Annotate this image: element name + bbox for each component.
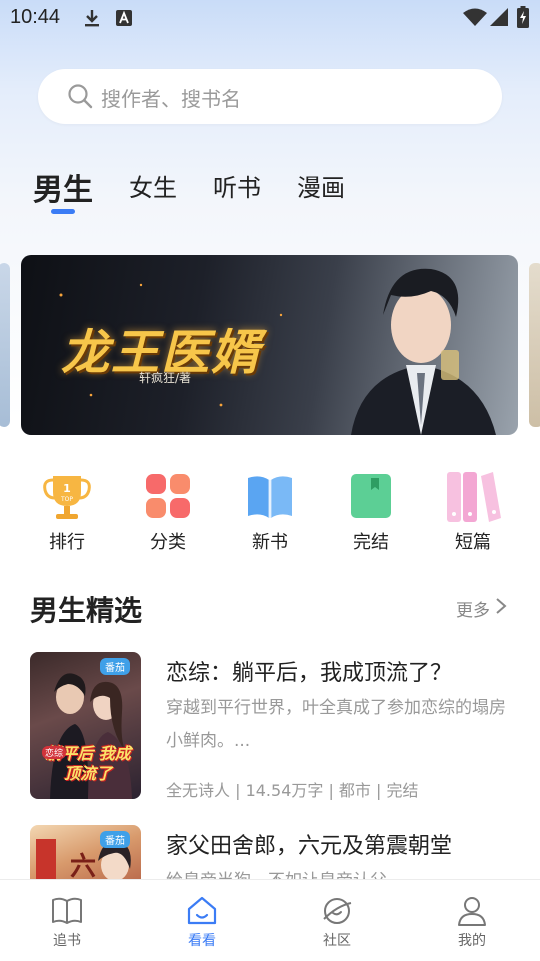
tab-audiobook[interactable]: 听书 xyxy=(213,168,261,203)
chevron-right-icon[interactable] xyxy=(494,596,508,616)
binders-icon xyxy=(447,470,501,522)
section-more-link[interactable]: 更多 xyxy=(456,596,490,621)
banner-next-peek[interactable] xyxy=(529,263,540,427)
tab-male[interactable]: 男生 xyxy=(33,165,93,209)
home-icon xyxy=(187,896,217,925)
status-bar: 10:44 xyxy=(0,0,540,36)
battery-icon xyxy=(517,6,529,28)
svg-text:1: 1 xyxy=(63,482,71,495)
category-completed[interactable]: 完结 xyxy=(331,470,411,554)
category-new-books[interactable]: 新书 xyxy=(230,470,310,554)
wifi-icon xyxy=(463,8,487,26)
book-cover[interactable]: 六 番茄 xyxy=(30,825,141,885)
person-icon xyxy=(458,897,486,926)
book-title[interactable]: 恋综：躺平后，我成顶流了？ xyxy=(166,655,452,687)
tab-indicator xyxy=(51,209,75,214)
svg-text:六: 六 xyxy=(70,852,96,882)
nav-label: 社区 xyxy=(323,933,351,949)
grid-icon xyxy=(142,470,194,522)
banner-character-illustration xyxy=(351,268,496,435)
tab-comics[interactable]: 漫画 xyxy=(297,168,345,203)
publisher-badge: 番茄 xyxy=(100,658,130,675)
nav-profile[interactable]: 我的 xyxy=(432,894,512,950)
book-icon xyxy=(52,897,82,924)
tab-female[interactable]: 女生 xyxy=(129,168,177,203)
signal-icon xyxy=(490,8,508,26)
open-book-icon xyxy=(244,470,296,522)
svg-text:TOP: TOP xyxy=(60,496,73,503)
nav-label: 我的 xyxy=(458,933,486,949)
status-time: 10:44 xyxy=(10,6,61,28)
book-title[interactable]: 家父田舍郎，六元及第震朝堂 xyxy=(166,828,452,860)
nav-community[interactable]: 社区 xyxy=(297,894,377,950)
category-classify[interactable]: 分类 xyxy=(128,470,208,554)
category-label: 完结 xyxy=(353,532,389,553)
nav-bookshelf[interactable]: 追书 xyxy=(27,894,107,950)
nav-discover[interactable]: 看看 xyxy=(162,894,242,950)
book-description: 穿越到平行世界，叶全真成了参加恋综的塌房小鲜肉。... xyxy=(166,698,506,751)
search-bar[interactable]: 搜作者、搜书名 xyxy=(38,69,502,124)
category-label: 分类 xyxy=(150,532,186,553)
keyboard-a-icon xyxy=(116,10,132,26)
category-label: 排行 xyxy=(49,532,85,553)
book-cover[interactable]: 番茄 躺平后 我成顶流了 恋综 xyxy=(30,652,141,799)
cover-badge: 恋综 xyxy=(42,746,67,759)
book-meta: 全无诗人 | 14.54万字 | 都市 | 完结 xyxy=(166,781,419,800)
category-label: 新书 xyxy=(252,532,288,553)
nav-label: 看看 xyxy=(188,933,216,949)
trophy-icon: 1 TOP xyxy=(41,470,93,522)
banner-author: 轩疯狂/著 xyxy=(139,371,192,385)
nav-label: 追书 xyxy=(53,933,81,949)
category-short-stories[interactable]: 短篇 xyxy=(433,470,513,554)
section-title: 男生精选 xyxy=(30,594,143,627)
category-ranking[interactable]: 1 TOP 排行 xyxy=(27,470,107,554)
planet-icon xyxy=(323,898,352,924)
bookmark-book-icon xyxy=(345,470,397,522)
category-label: 短篇 xyxy=(455,532,491,553)
bottom-navigation: 追书 看看 社区 我的 xyxy=(0,879,540,961)
banner-prev-peek[interactable] xyxy=(0,263,10,427)
download-icon xyxy=(85,10,99,27)
promo-banner[interactable]: 龙王医婿 轩疯狂/著 xyxy=(21,255,518,435)
publisher-badge: 番茄 xyxy=(100,831,130,848)
search-placeholder: 搜作者、搜书名 xyxy=(101,87,241,111)
search-icon xyxy=(68,84,93,109)
